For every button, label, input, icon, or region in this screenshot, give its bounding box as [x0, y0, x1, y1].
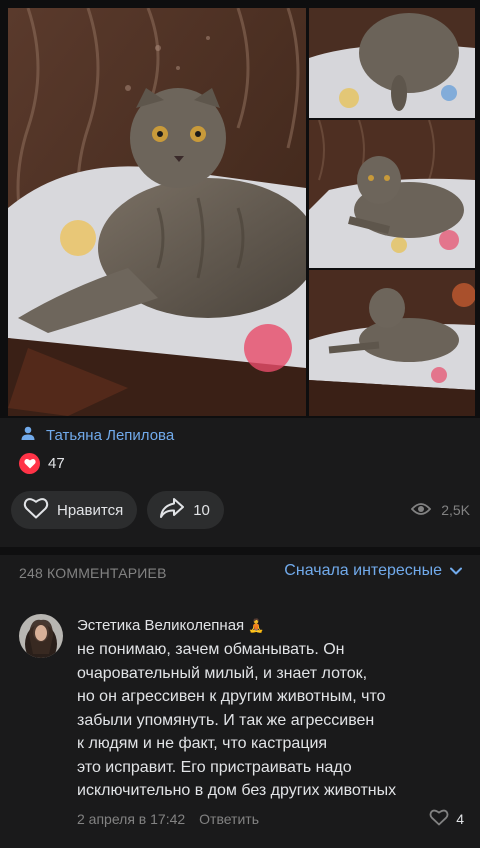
photo-grid: [0, 0, 480, 418]
chevron-down-icon: [450, 562, 462, 580]
like-button-label: Нравится: [57, 501, 124, 519]
post-actions: Нравится 10: [11, 491, 224, 529]
like-outline-icon: [429, 809, 449, 829]
like-button[interactable]: Нравится: [11, 491, 138, 529]
comment-author-badge: 🧘: [248, 617, 265, 633]
view-count: 2,5K: [441, 502, 470, 518]
section-divider: [0, 547, 480, 555]
comment-author-name[interactable]: Эстетика Великолепная: [77, 617, 244, 634]
reaction-summary[interactable]: 47: [19, 452, 65, 474]
share-icon: [159, 497, 185, 523]
comment-text: не понимаю, зачем обманывать. Он очарова…: [77, 638, 469, 803]
cat-photo-2[interactable]: [309, 8, 475, 118]
share-count: 10: [193, 501, 210, 519]
view-counter: 2,5K: [410, 498, 470, 522]
post-author[interactable]: Татьяна Лепилова: [20, 424, 174, 446]
person-icon: [20, 425, 36, 446]
comment-line: забыли упомянуть. И так же агрессивен: [77, 711, 375, 729]
avatar[interactable]: [19, 614, 63, 658]
comment-line: к людям и не факт, что кастрация: [77, 735, 328, 752]
eye-icon: [410, 502, 432, 519]
post-author-name[interactable]: Татьяна Лепилова: [46, 427, 174, 444]
reply-button[interactable]: Ответить: [199, 811, 259, 827]
share-button[interactable]: 10: [147, 491, 224, 529]
comments-sort-label: Сначала интересные: [284, 562, 442, 579]
cat-photo-4[interactable]: [309, 270, 475, 416]
like-icon: [23, 497, 49, 523]
comment-line: это исправит. Его пристраивать надо: [77, 758, 352, 776]
comments-count: 248 КОММЕНТАРИЕВ: [19, 565, 167, 581]
comment-line: очаровательный милый, и знает лоток,: [77, 664, 368, 682]
heart-icon: [19, 452, 40, 474]
comment-like-count: 4: [456, 811, 464, 827]
comment-like-button[interactable]: 4: [429, 809, 464, 829]
comments-sort-dropdown[interactable]: Сначала интересные: [284, 562, 462, 580]
comment-author[interactable]: Эстетика Великолепная 🧘: [77, 617, 264, 634]
cat-photo-3[interactable]: [309, 120, 475, 268]
reaction-count: 47: [48, 454, 65, 472]
cat-photo-main[interactable]: [8, 8, 306, 416]
comment-line: не понимаю, зачем обманывать. Он: [77, 641, 345, 658]
comment-meta: 2 апреля в 17:42 Ответить: [77, 811, 259, 827]
comment-line: исключительно в дом без других животных: [77, 782, 397, 799]
comment-date: 2 апреля в 17:42: [77, 811, 186, 827]
comment-line: но он агрессивен к другим животным, что: [77, 688, 386, 705]
